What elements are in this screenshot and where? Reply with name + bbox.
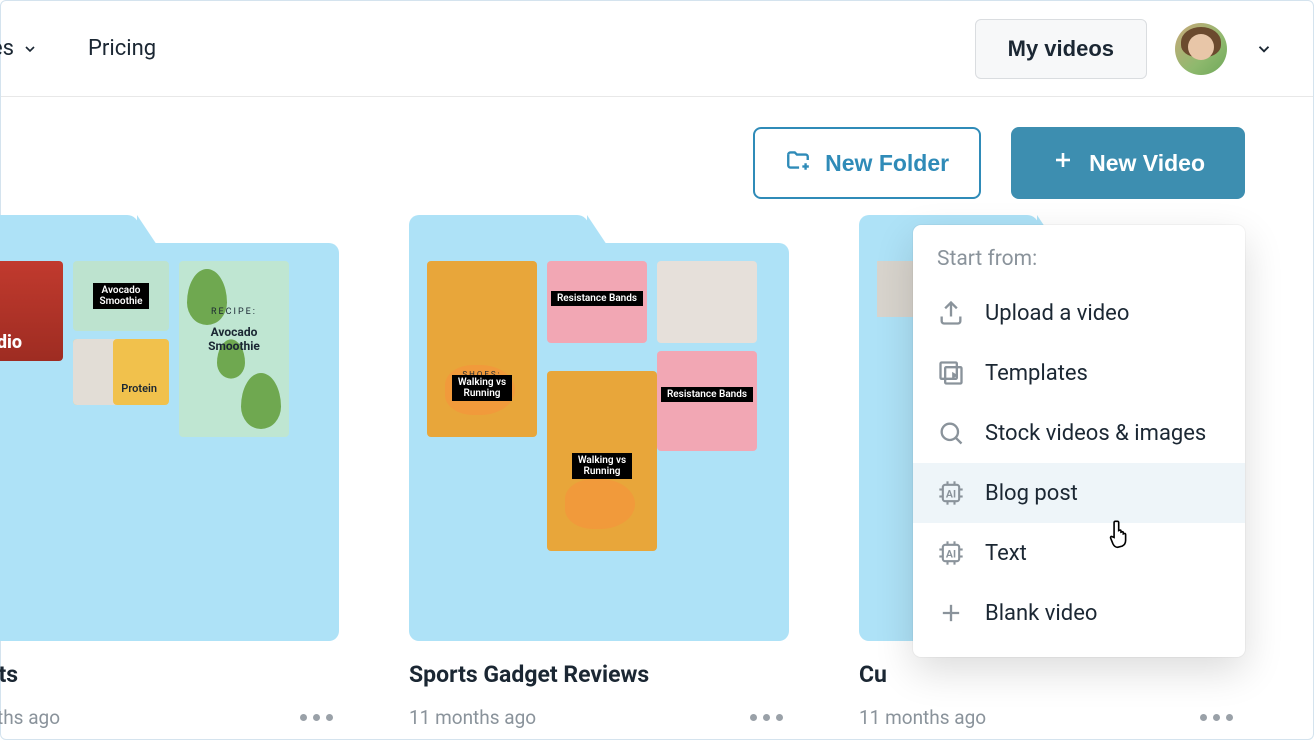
- dropdown-item-stock[interactable]: Stock videos & images: [913, 403, 1245, 463]
- folder-preview: SHOES: Walking vs Running Resistance Ban…: [409, 243, 789, 641]
- thumb-bands-2: Resistance Bands: [657, 351, 757, 451]
- folder-date: 11 months ago: [409, 706, 536, 729]
- nav-item-truncated[interactable]: es: [0, 36, 38, 61]
- folder-title: Posts: [0, 661, 339, 688]
- nav-label: Pricing: [88, 36, 156, 61]
- svg-text:AI: AI: [946, 548, 956, 561]
- folder-card[interactable]: SHOES: Walking vs Running Resistance Ban…: [409, 243, 789, 729]
- folder-preview: FAQ Cardio Avocado Smoothie Protein RECI…: [0, 243, 339, 641]
- my-videos-button[interactable]: My videos: [975, 19, 1147, 79]
- header-left: es Pricing: [1, 36, 156, 61]
- folder-meta: months ago: [0, 706, 339, 729]
- thumb-shoes: SHOES: Walking vs Running: [427, 261, 537, 437]
- folder-meta: 11 months ago: [859, 706, 1239, 729]
- header: es Pricing My videos: [1, 1, 1313, 97]
- folder-title: Cu: [859, 661, 1239, 688]
- dropdown-label: Blank video: [985, 601, 1097, 626]
- new-video-dropdown: Start from: Upload a video Templates Sto…: [913, 225, 1245, 657]
- folder-title: Sports Gadget Reviews: [409, 661, 789, 688]
- dropdown-title: Start from:: [913, 247, 1245, 283]
- more-icon[interactable]: [1194, 708, 1239, 727]
- folder-date: months ago: [0, 706, 60, 729]
- button-label: New Folder: [825, 150, 949, 177]
- templates-icon: [937, 359, 965, 387]
- thumb-protein: Protein: [73, 339, 169, 405]
- folder-plus-icon: [785, 147, 811, 179]
- thumb-shoes-2: SHOES: Walking vs Running: [547, 371, 657, 551]
- more-icon[interactable]: [294, 708, 339, 727]
- dropdown-label: Templates: [985, 361, 1088, 386]
- thumb-cardio: FAQ Cardio: [0, 261, 63, 361]
- dropdown-item-blank[interactable]: Blank video: [913, 583, 1245, 643]
- thumb-avocado-small: Avocado Smoothie: [73, 261, 169, 331]
- chevron-down-icon[interactable]: [1255, 40, 1273, 58]
- dropdown-item-templates[interactable]: Templates: [913, 343, 1245, 403]
- search-icon: [937, 419, 965, 447]
- dropdown-item-upload[interactable]: Upload a video: [913, 283, 1245, 343]
- folder-date: 11 months ago: [859, 706, 986, 729]
- folder-meta: 11 months ago: [409, 706, 789, 729]
- nav-pricing[interactable]: Pricing: [88, 36, 156, 61]
- chevron-down-icon: [22, 41, 38, 57]
- plus-icon: [1051, 148, 1075, 178]
- dropdown-item-blog-post[interactable]: AI Blog post: [913, 463, 1245, 523]
- button-label: New Video: [1089, 150, 1205, 177]
- folder-card[interactable]: FAQ Cardio Avocado Smoothie Protein RECI…: [0, 243, 339, 729]
- thumb-avocado-big: RECIPE: Avocado Smoothie: [179, 261, 289, 437]
- ai-chip-icon: AI: [937, 539, 965, 567]
- new-video-button[interactable]: New Video: [1011, 127, 1245, 199]
- thumb-workout: [657, 261, 757, 343]
- nav-label: es: [0, 36, 14, 61]
- dropdown-label: Blog post: [985, 481, 1078, 506]
- new-folder-button[interactable]: New Folder: [753, 127, 981, 199]
- upload-icon: [937, 299, 965, 327]
- header-right: My videos: [975, 19, 1273, 79]
- plus-icon: [937, 599, 965, 627]
- dropdown-label: Text: [985, 541, 1027, 566]
- ai-chip-icon: AI: [937, 479, 965, 507]
- dropdown-item-text[interactable]: AI Text: [913, 523, 1245, 583]
- dropdown-label: Stock videos & images: [985, 421, 1206, 446]
- svg-text:AI: AI: [946, 488, 956, 501]
- button-label: My videos: [1008, 36, 1114, 61]
- more-icon[interactable]: [744, 708, 789, 727]
- action-bar: New Folder New Video: [1, 97, 1313, 199]
- avatar[interactable]: [1175, 23, 1227, 75]
- dropdown-label: Upload a video: [985, 301, 1129, 326]
- thumb-bands: Resistance Bands: [547, 261, 647, 343]
